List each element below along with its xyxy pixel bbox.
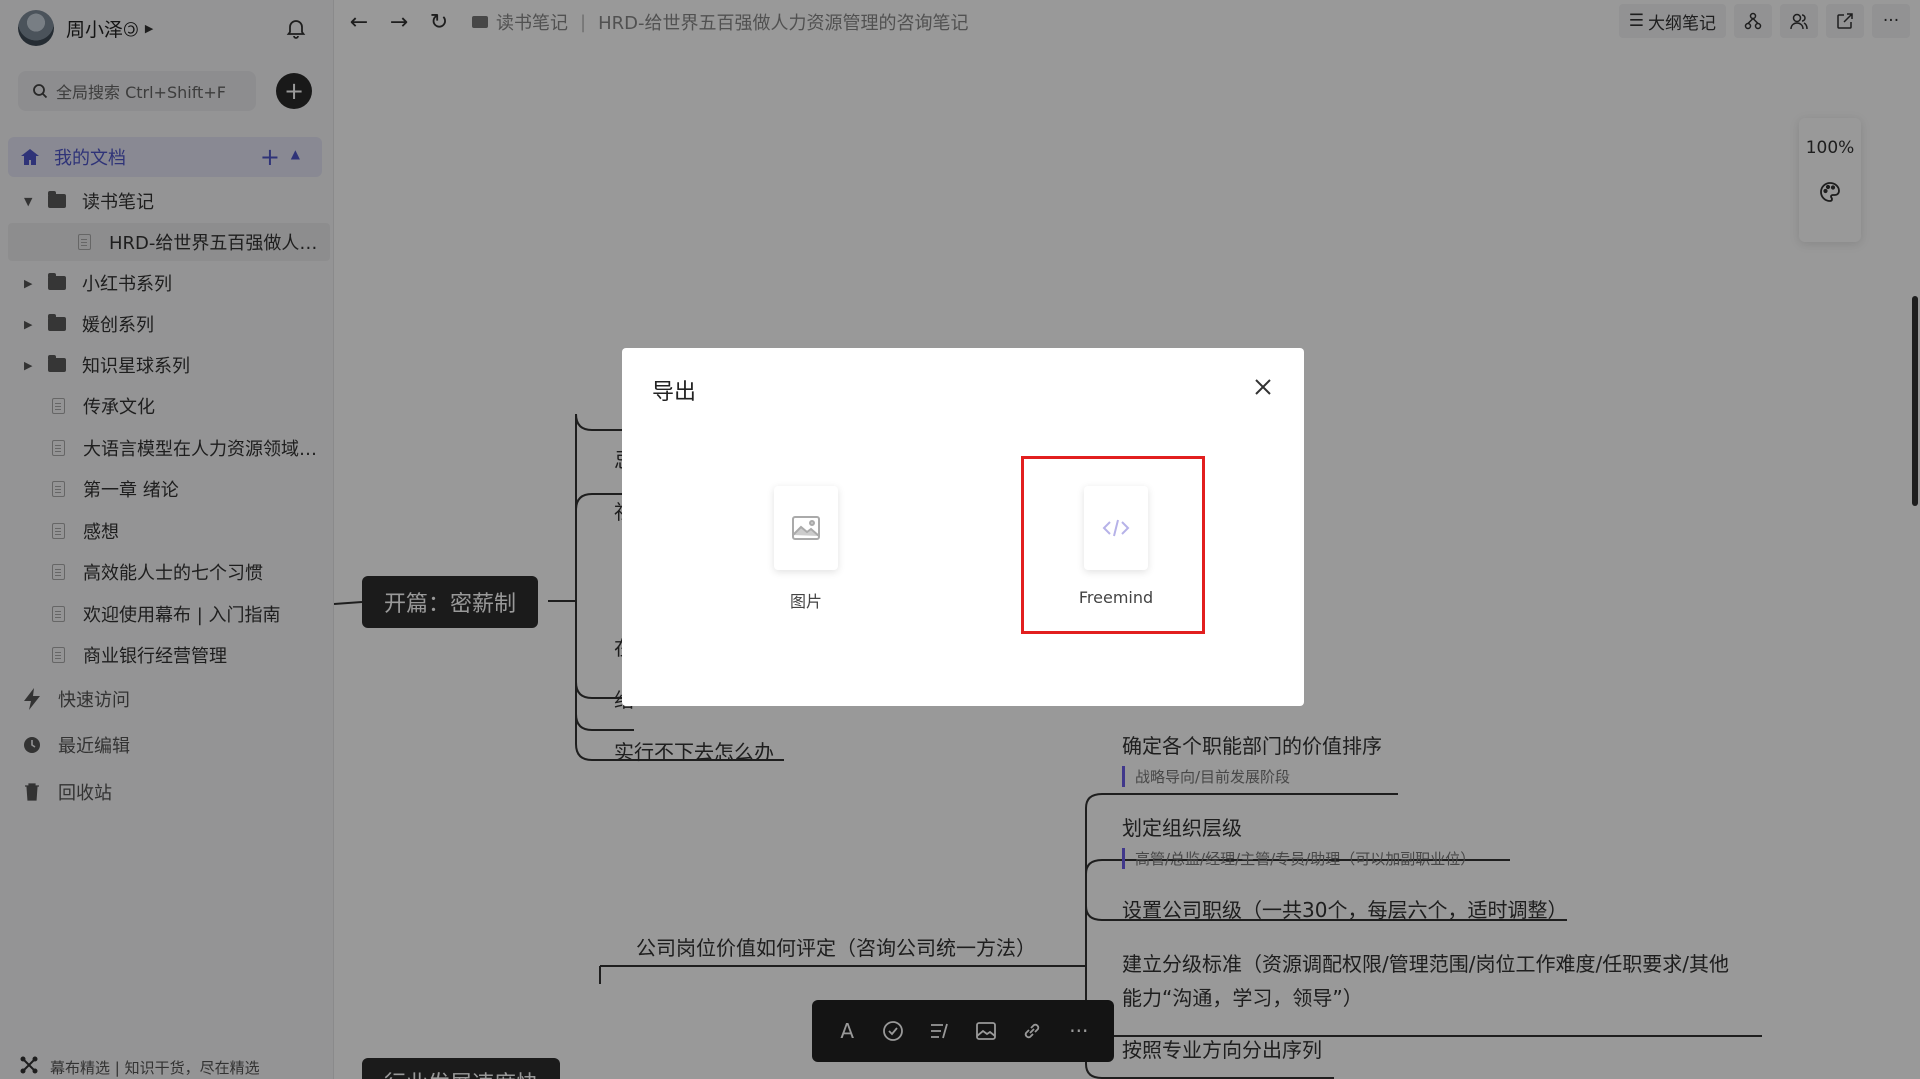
export-image-option[interactable]: 图片 (746, 486, 866, 612)
dialog-title: 导出 (652, 380, 697, 405)
image-icon (792, 516, 820, 540)
export-image-card[interactable] (774, 486, 838, 570)
freemind-highlight-box (1021, 456, 1205, 634)
export-image-label: 图片 (789, 592, 822, 611)
close-icon[interactable] (1252, 376, 1274, 398)
